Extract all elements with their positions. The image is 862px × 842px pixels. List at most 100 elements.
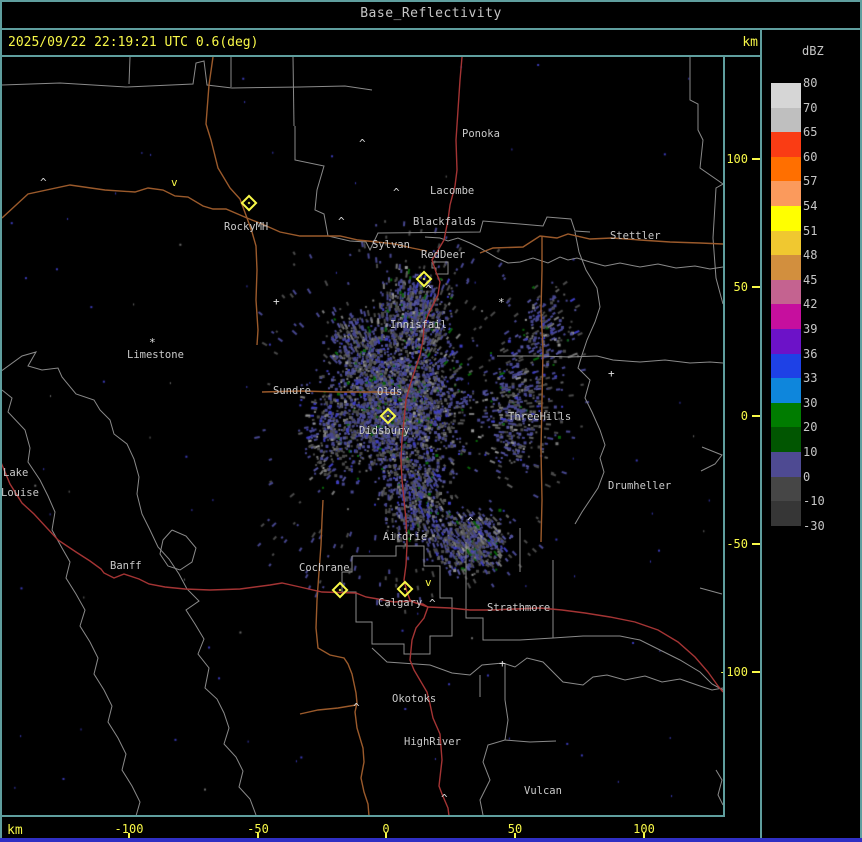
city-label-airdrie: Airdrie: [383, 531, 428, 543]
caret-up-icon: ^: [425, 283, 432, 296]
caret-down-icon: v: [171, 176, 178, 189]
title-bar: Base_Reflectivity: [0, 0, 862, 28]
caret-up-icon: ^: [338, 215, 345, 228]
frame-top: [0, 0, 862, 2]
scale-tick-label: 0: [803, 469, 811, 484]
city-label-olds: Olds: [377, 386, 403, 398]
caret-up-icon: ^: [467, 515, 474, 528]
scale-tick-label: 36: [803, 346, 818, 361]
scale-tick-label: 48: [803, 248, 818, 263]
scale-tick-label: 33: [803, 371, 818, 386]
caret-up-icon: ^: [353, 701, 360, 714]
caret-up-icon: ^: [441, 792, 448, 805]
scale-tick-label: 54: [803, 199, 818, 213]
caret-up-icon: ^: [429, 597, 436, 610]
scale-tick-label: 51: [803, 223, 818, 238]
scale-swatch: [771, 156, 801, 182]
city-label-sylvan: Sylvan: [372, 239, 410, 251]
map-border-right: [723, 55, 725, 817]
scale-swatch: [771, 427, 801, 453]
scale-swatch: [771, 132, 801, 158]
city-label-threehills: ThreeHills: [508, 411, 572, 423]
plus-marker-icon: +: [499, 657, 506, 670]
city-label-sundre: Sundre: [273, 385, 311, 397]
city-label-reddeer: RedDeer: [421, 249, 466, 261]
map-border-bottom: [0, 815, 725, 817]
city-label-blackfalds: Blackfalds: [413, 216, 477, 228]
scale-tick-label: 10: [803, 445, 818, 459]
city-label-ponoka: Ponoka: [462, 128, 500, 140]
city-label-stettler: Stettler: [610, 230, 661, 242]
city-label-louise: Louise: [1, 487, 39, 499]
city-label-strathmore: Strathmore: [487, 602, 551, 614]
scale-unit-label: dBZ: [802, 44, 824, 58]
scale-tick-label: 65: [803, 125, 818, 140]
caret-up-icon: ^: [40, 176, 47, 189]
scale-tick-label: 70: [803, 100, 818, 115]
city-label-lacombe: Lacombe: [430, 185, 475, 197]
city-label-lake: Lake: [3, 467, 29, 479]
frame-left: [0, 0, 2, 842]
caret-down-icon: v: [425, 576, 432, 589]
scale-tick-label: 39: [803, 322, 818, 336]
scale-tick-label: -30: [803, 518, 825, 533]
city-label-highriver: HighRiver: [404, 736, 461, 748]
scale-swatch: [771, 304, 801, 330]
scale-swatch: [771, 255, 801, 281]
scale-tick-label: -10: [803, 494, 825, 509]
scale-tick-label: 42: [803, 297, 818, 312]
scale-swatch: [771, 107, 801, 133]
city-label-didsbury: Didsbury: [359, 425, 410, 437]
city-label-limestone: Limestone: [127, 349, 184, 361]
map-border-top: [0, 55, 760, 57]
scale-tick-label: 45: [803, 272, 818, 287]
scale-swatch: [771, 452, 801, 478]
plus-marker-icon: +: [273, 295, 280, 308]
radar-site-dot: [338, 588, 342, 592]
bottom-status-strip: [0, 838, 862, 842]
y-axis-tick: [752, 158, 760, 160]
city-label-banff: Banff: [110, 560, 142, 572]
asterisk-marker-icon: *: [149, 336, 156, 349]
y-axis-tick: [752, 543, 760, 545]
x-axis-unit-label: km: [7, 823, 23, 838]
scale-swatch: [771, 279, 801, 305]
asterisk-marker-icon: *: [498, 296, 505, 309]
scale-tick-label: 30: [803, 395, 818, 410]
timestamp: 2025/09/22 22:19:21 UTC 0.6(deg): [8, 35, 259, 50]
city-label-cochrane: Cochrane: [299, 562, 350, 574]
scale-swatch: [771, 378, 801, 404]
city-label-okotoks: Okotoks: [392, 693, 437, 705]
scale-swatch: [771, 402, 801, 428]
radar-site-dot: [422, 277, 426, 281]
radar-site-dot: [386, 414, 390, 418]
city-label-rockymh: RockyMH: [224, 221, 269, 233]
panel-divider: [760, 30, 762, 842]
scale-swatch: [771, 181, 801, 207]
scale-swatch: [771, 83, 801, 109]
scale-tick-label: 57: [803, 174, 818, 189]
plus-marker-icon: +: [608, 367, 615, 380]
y-axis-tick: [752, 415, 760, 417]
y-axis-tick: [752, 671, 760, 673]
scale-tick-label: 60: [803, 149, 818, 164]
scale-swatch: [771, 329, 801, 355]
y-axis-unit-label: km: [742, 35, 758, 50]
title-divider: [0, 28, 862, 30]
radar-site-dot: [403, 587, 407, 591]
scale-swatch: [771, 476, 801, 502]
caret-up-icon: ^: [393, 186, 400, 199]
scale-swatch: [771, 501, 801, 527]
scale-swatch: [771, 206, 801, 232]
scale-swatch: [771, 353, 801, 379]
caret-up-icon: ^: [359, 137, 366, 150]
radar-site-dot: [247, 201, 251, 205]
window-title: Base_Reflectivity: [360, 6, 502, 21]
scale-tick-label: 20: [803, 420, 818, 435]
y-axis-tick: [752, 286, 760, 288]
city-label-vulcan: Vulcan: [524, 785, 562, 797]
radar-viewer-window: Ponoka Lacombe Blackfalds Sylvan RedDeer Stet…: [0, 0, 862, 842]
city-label-innisfail: Innisfail: [390, 319, 447, 331]
scale-tick-label: 80: [803, 76, 818, 90]
city-label-calgary: Calgary: [378, 597, 423, 609]
